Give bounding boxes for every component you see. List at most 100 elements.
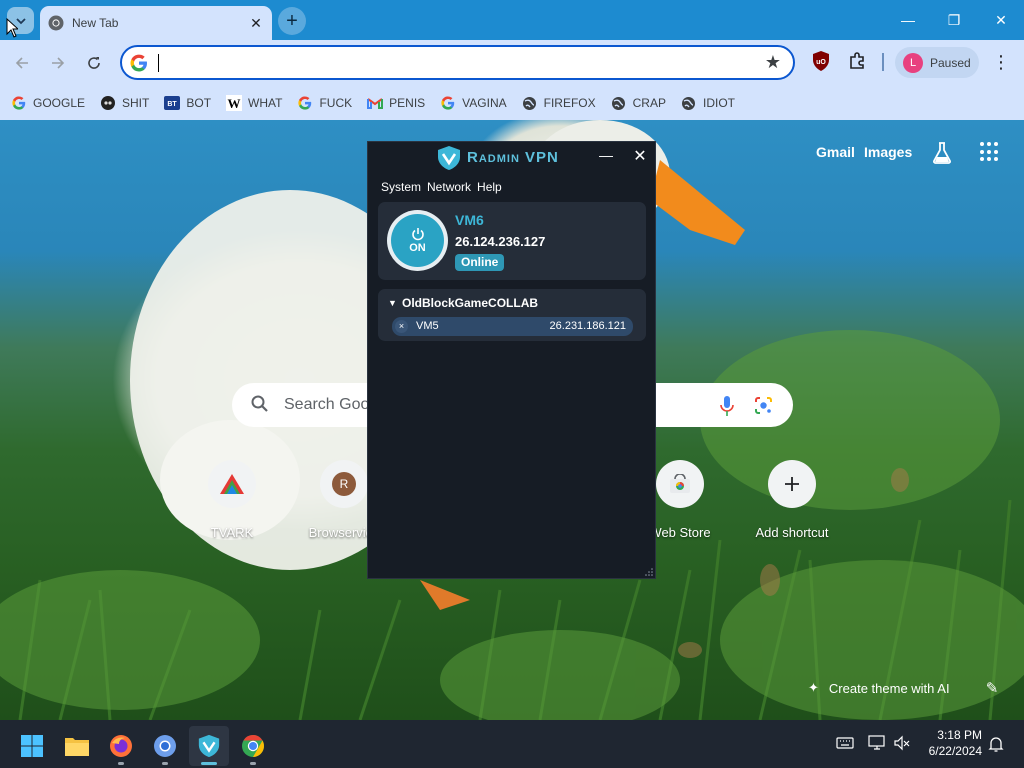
start-icon — [21, 735, 43, 757]
bookmark-item[interactable]: GOOGLE — [11, 91, 85, 115]
radmin-close-button[interactable]: ✕ — [628, 146, 652, 168]
google-icon — [130, 54, 147, 72]
back-button[interactable] — [9, 50, 35, 76]
add-shortcut-button[interactable]: Add shortcut — [742, 460, 842, 550]
search-icon — [251, 395, 268, 412]
bookmark-label: IDIOT — [702, 96, 735, 110]
taskbar-chromium[interactable] — [145, 726, 185, 766]
system-clock[interactable]: 3:18 PM 6/22/2024 — [916, 727, 982, 759]
bookmark-star-icon[interactable]: ★ — [765, 52, 781, 73]
taskbar-firefox[interactable] — [101, 726, 141, 766]
toolbar-divider — [882, 53, 884, 71]
ublock-origin-icon[interactable]: uO — [812, 51, 830, 71]
minimize-button[interactable]: — — [885, 0, 931, 40]
forward-button[interactable] — [45, 50, 71, 76]
bookmark-label: BOT — [186, 96, 212, 110]
arrow-left-icon — [15, 57, 28, 69]
create-theme-button[interactable]: ✦ Create theme with AI — [796, 676, 966, 700]
bookmark-item[interactable]: VAGINA — [440, 91, 507, 115]
plus-icon — [768, 460, 816, 508]
google-apps-icon[interactable] — [980, 142, 1000, 162]
network-group[interactable]: ▼ OldBlockGameCOLLAB × VM5 26.231.186.12… — [378, 289, 646, 341]
taskbar-radmin-vpn[interactable] — [189, 726, 229, 766]
chrome-menu-button[interactable]: ⋮ — [992, 52, 1010, 73]
bookmark-label: FUCK — [319, 96, 353, 110]
clock-time: 3:18 PM — [937, 728, 982, 742]
volume-muted-icon[interactable] — [893, 734, 911, 752]
resize-grip-icon[interactable] — [645, 568, 653, 576]
radmin-app-name: Radmin VPN — [467, 149, 559, 166]
tab-title: New Tab — [72, 16, 119, 30]
menu-network[interactable]: Network — [427, 180, 471, 194]
extensions-puzzle-icon[interactable] — [848, 52, 866, 70]
bookmark-label: CRAP — [632, 96, 666, 110]
address-bar[interactable]: ★ — [120, 45, 795, 80]
running-indicator — [162, 762, 168, 765]
radmin-status-card: ON VM6 26.124.236.127 Online — [378, 202, 646, 280]
radmin-minimize-button[interactable]: — — [594, 147, 618, 167]
radmin-shield-icon — [438, 146, 460, 170]
mouse-pointer-icon — [6, 18, 18, 38]
w-icon: W — [226, 95, 243, 111]
profile-button[interactable]: L Paused — [895, 47, 979, 78]
hostname: VM6 — [455, 212, 484, 228]
power-label: ON — [409, 242, 426, 254]
tvark-icon — [208, 460, 256, 508]
gmail-icon — [367, 95, 384, 111]
radmin-title-bar[interactable]: Radmin VPN — ✕ — [368, 142, 655, 174]
webstore-icon — [656, 460, 704, 508]
browservice-icon: R — [320, 460, 368, 508]
power-toggle-button[interactable]: ON — [387, 210, 448, 271]
address-input[interactable] — [158, 52, 758, 74]
menu-help[interactable]: Help — [477, 180, 502, 194]
avatar: L — [903, 52, 923, 73]
maximize-button[interactable]: ❐ — [931, 0, 977, 40]
google-icon — [440, 95, 456, 111]
bookmark-item[interactable]: FUCK — [297, 91, 352, 115]
keyboard-icon[interactable] — [836, 734, 854, 752]
notification-bell-icon[interactable] — [987, 735, 1005, 753]
radmin-menu-bar: System Network Help — [381, 180, 508, 194]
customize-pencil-icon[interactable]: ✎ — [978, 676, 1006, 700]
svg-text:W: W — [228, 96, 241, 111]
bookmark-item[interactable]: FIREFOX — [522, 91, 596, 115]
text-cursor — [158, 54, 159, 72]
tab-new-tab[interactable]: New Tab ✕ — [40, 6, 272, 40]
peer-name: VM5 — [416, 320, 439, 332]
network-name: OldBlockGameCOLLAB — [402, 296, 539, 310]
images-link[interactable]: Images — [864, 144, 912, 164]
profile-status: Paused — [930, 55, 971, 70]
network-monitor-icon[interactable] — [868, 734, 886, 752]
taskbar-chrome[interactable] — [233, 726, 273, 766]
new-tab-button[interactable]: + — [278, 7, 306, 35]
gmail-link[interactable]: Gmail — [816, 144, 855, 164]
bookmark-item[interactable]: W WHAT — [226, 91, 282, 115]
tab-strip: New Tab ✕ + — ❐ ✕ — [0, 0, 1024, 40]
peer-row[interactable]: × VM5 26.231.186.121 — [392, 317, 633, 336]
bookmark-item[interactable]: BT BOT — [164, 91, 211, 115]
bookmark-item[interactable]: CRAP — [611, 91, 666, 115]
running-indicator — [250, 762, 256, 765]
bookmark-item[interactable]: SHIT — [100, 91, 149, 115]
bookmarks-bar: GOOGLE SHIT BT BOT W WHAT FUCK PENIS VAG… — [0, 86, 1024, 120]
radmin-vpn-icon — [198, 734, 220, 758]
bookmark-label: FIREFOX — [543, 96, 596, 110]
google-lens-icon[interactable] — [754, 396, 773, 415]
google-icon — [11, 95, 27, 111]
ip-address: 26.124.236.127 — [455, 234, 546, 249]
tab-close-button[interactable]: ✕ — [246, 13, 266, 33]
menu-system[interactable]: System — [381, 180, 421, 194]
reload-button[interactable] — [81, 50, 107, 76]
labs-flask-icon[interactable] — [932, 142, 952, 164]
close-window-button[interactable]: ✕ — [978, 0, 1024, 40]
arrow-right-icon — [52, 57, 65, 69]
site-icon — [100, 95, 116, 111]
peer-status-icon: × — [395, 320, 408, 333]
bookmark-item[interactable]: IDIOT — [681, 91, 735, 115]
taskbar-file-explorer[interactable] — [57, 726, 97, 766]
start-button[interactable] — [12, 726, 52, 766]
collapse-triangle-icon[interactable]: ▼ — [388, 298, 397, 308]
shortcut-tvark[interactable]: TVARK — [182, 460, 282, 550]
microphone-icon[interactable] — [720, 395, 734, 417]
bookmark-item[interactable]: PENIS — [367, 91, 425, 115]
